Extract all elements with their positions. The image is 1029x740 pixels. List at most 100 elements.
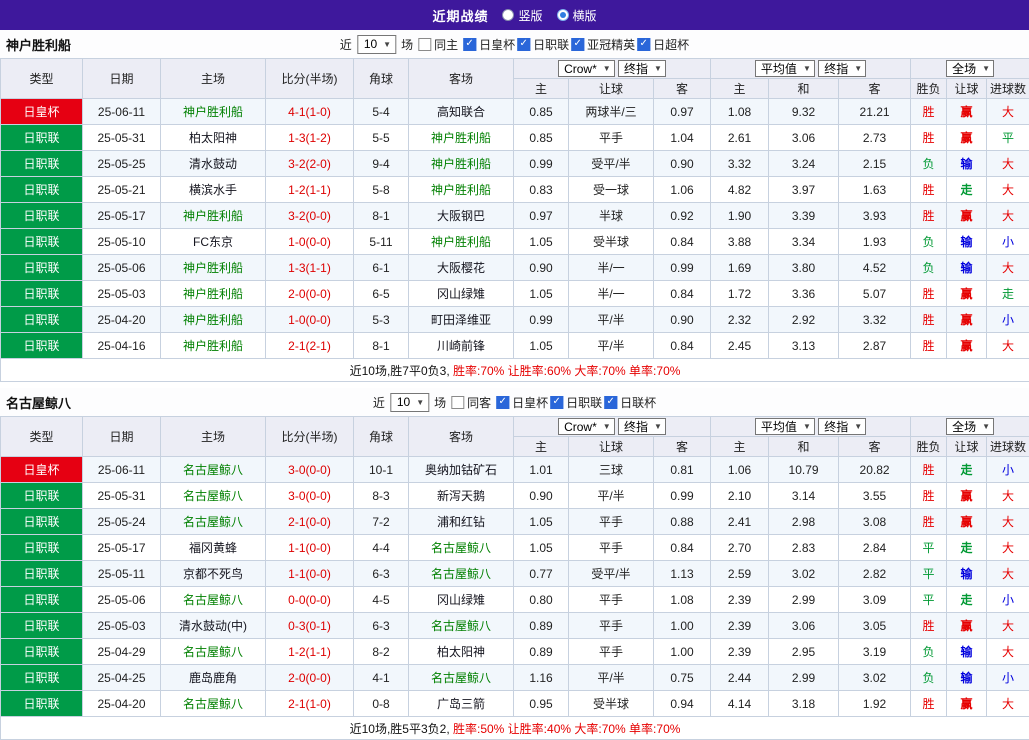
recent-suffix-label: 场 (434, 394, 446, 411)
home-team-cell[interactable]: 名古屋鲸八 (161, 483, 266, 509)
handicap-line-cell: 平手 (569, 509, 654, 535)
layout-horizontal-label: 横版 (573, 7, 597, 24)
checkbox-checked-icon[interactable]: ✓ (571, 38, 584, 51)
winlose-result-cell: 胜 (911, 457, 947, 483)
league-filter[interactable]: ✓日皇杯 (496, 394, 548, 411)
bookmaker-select[interactable]: Crow*▼ (558, 418, 615, 435)
checkbox-checked-icon[interactable]: ✓ (604, 396, 617, 409)
away-team-cell[interactable]: 町田泽维亚 (409, 307, 514, 333)
average-select[interactable]: 平均值▼ (755, 418, 815, 435)
avg-stage-select[interactable]: 终指▼ (818, 60, 866, 77)
recent-count-select[interactable]: 10 ▼ (390, 393, 429, 412)
avg-draw-odds-cell: 2.98 (769, 509, 839, 535)
checkbox-checked-icon[interactable]: ✓ (463, 38, 476, 51)
home-team-cell[interactable]: 神户胜利船 (161, 203, 266, 229)
match-type-cell: 日职联 (1, 535, 83, 561)
layout-horizontal-radio[interactable]: 横版 (557, 7, 597, 24)
home-team-cell[interactable]: 神户胜利船 (161, 307, 266, 333)
away-team-cell[interactable]: 名古屋鲸八 (409, 535, 514, 561)
checkbox-checked-icon[interactable]: ✓ (550, 396, 563, 409)
handicap-result-cell: 输 (947, 255, 987, 281)
away-team-cell[interactable]: 大阪钢巴 (409, 203, 514, 229)
radio-checked-icon[interactable] (557, 9, 569, 21)
match-date-cell: 25-06-11 (83, 99, 161, 125)
away-team-cell[interactable]: 名古屋鲸八 (409, 561, 514, 587)
away-team-cell[interactable]: 神户胜利船 (409, 125, 514, 151)
avg-draw-odds-cell: 3.36 (769, 281, 839, 307)
away-team-cell[interactable]: 冈山绿雉 (409, 587, 514, 613)
home-team-cell[interactable]: 鹿岛鹿角 (161, 665, 266, 691)
avg-home-odds-cell: 1.72 (711, 281, 769, 307)
away-team-cell[interactable]: 冈山绿雉 (409, 281, 514, 307)
away-team-cell[interactable]: 神户胜利船 (409, 229, 514, 255)
away-team-cell[interactable]: 高知联合 (409, 99, 514, 125)
league-filter[interactable]: ✓日超杯 (637, 36, 689, 53)
checkbox-checked-icon[interactable]: ✓ (496, 396, 509, 409)
average-select[interactable]: 平均值▼ (755, 60, 815, 77)
handicap-result-cell: 赢 (947, 613, 987, 639)
layout-vertical-radio[interactable]: 竖版 (502, 7, 542, 24)
away-team-cell[interactable]: 名古屋鲸八 (409, 613, 514, 639)
radio-unchecked-icon[interactable] (502, 9, 514, 21)
same-venue-filter[interactable]: 同客 (451, 394, 491, 411)
handicap-home-odds-cell: 0.85 (514, 99, 569, 125)
bookmaker-select[interactable]: Crow*▼ (558, 60, 615, 77)
away-team-cell[interactable]: 神户胜利船 (409, 151, 514, 177)
corner-cell: 5-4 (354, 99, 409, 125)
home-team-cell[interactable]: 清水鼓动 (161, 151, 266, 177)
avg-home-odds-cell: 2.59 (711, 561, 769, 587)
home-team-cell[interactable]: 名古屋鲸八 (161, 587, 266, 613)
scope-select[interactable]: 全场▼ (946, 60, 994, 77)
avg-stage-select[interactable]: 终指▼ (818, 418, 866, 435)
home-team-cell[interactable]: 神户胜利船 (161, 333, 266, 359)
scope-select[interactable]: 全场▼ (946, 418, 994, 435)
odds-stage-select[interactable]: 终指▼ (618, 418, 666, 435)
league-filter[interactable]: ✓日联杯 (604, 394, 656, 411)
checkbox-unchecked-icon[interactable] (418, 38, 431, 51)
same-venue-filter[interactable]: 同主 (418, 36, 458, 53)
home-team-cell[interactable]: 名古屋鲸八 (161, 639, 266, 665)
home-team-cell[interactable]: 京都不死鸟 (161, 561, 266, 587)
away-team-cell[interactable]: 奥纳加钴矿石 (409, 457, 514, 483)
away-team-cell[interactable]: 新泻天鹅 (409, 483, 514, 509)
match-date-cell: 25-04-29 (83, 639, 161, 665)
avg-group-header: 平均值▼ 终指▼ (711, 59, 911, 79)
home-team-cell[interactable]: 名古屋鲸八 (161, 509, 266, 535)
away-team-cell[interactable]: 川崎前锋 (409, 333, 514, 359)
col-header-avg-home: 主 (711, 79, 769, 99)
home-team-cell[interactable]: 横滨水手 (161, 177, 266, 203)
home-team-cell[interactable]: 清水鼓动(中) (161, 613, 266, 639)
away-team-cell[interactable]: 柏太阳神 (409, 639, 514, 665)
away-team-cell[interactable]: 大阪樱花 (409, 255, 514, 281)
home-team-cell[interactable]: 名古屋鲸八 (161, 457, 266, 483)
col-header-type: 类型 (1, 59, 83, 99)
home-team-cell[interactable]: 神户胜利船 (161, 281, 266, 307)
home-team-cell[interactable]: 神户胜利船 (161, 99, 266, 125)
handicap-result-cell: 赢 (947, 203, 987, 229)
handicap-result-cell: 输 (947, 665, 987, 691)
odds-stage-select[interactable]: 终指▼ (618, 60, 666, 77)
col-header-odds-home: 主 (514, 437, 569, 457)
col-header-away: 客场 (409, 59, 514, 99)
league-filter[interactable]: ✓亚冠精英 (571, 36, 635, 53)
home-team-cell[interactable]: 神户胜利船 (161, 255, 266, 281)
league-filter[interactable]: ✓日职联 (517, 36, 569, 53)
away-team-cell[interactable]: 神户胜利船 (409, 177, 514, 203)
league-filter[interactable]: ✓日职联 (550, 394, 602, 411)
home-team-cell[interactable]: 柏太阳神 (161, 125, 266, 151)
home-team-cell[interactable]: FC东京 (161, 229, 266, 255)
match-type-cell: 日职联 (1, 229, 83, 255)
checkbox-checked-icon[interactable]: ✓ (637, 38, 650, 51)
score-cell: 3-0(0-0) (266, 457, 354, 483)
away-team-cell[interactable]: 浦和红钻 (409, 509, 514, 535)
score-cell: 1-2(1-1) (266, 639, 354, 665)
recent-count-select[interactable]: 10 ▼ (357, 35, 396, 54)
away-team-cell[interactable]: 名古屋鲸八 (409, 665, 514, 691)
home-team-cell[interactable]: 福冈黄蜂 (161, 535, 266, 561)
checkbox-unchecked-icon[interactable] (451, 396, 464, 409)
away-team-cell[interactable]: 广岛三箭 (409, 691, 514, 717)
checkbox-checked-icon[interactable]: ✓ (517, 38, 530, 51)
avg-home-odds-cell: 1.06 (711, 457, 769, 483)
league-filter[interactable]: ✓日皇杯 (463, 36, 515, 53)
home-team-cell[interactable]: 名古屋鲸八 (161, 691, 266, 717)
